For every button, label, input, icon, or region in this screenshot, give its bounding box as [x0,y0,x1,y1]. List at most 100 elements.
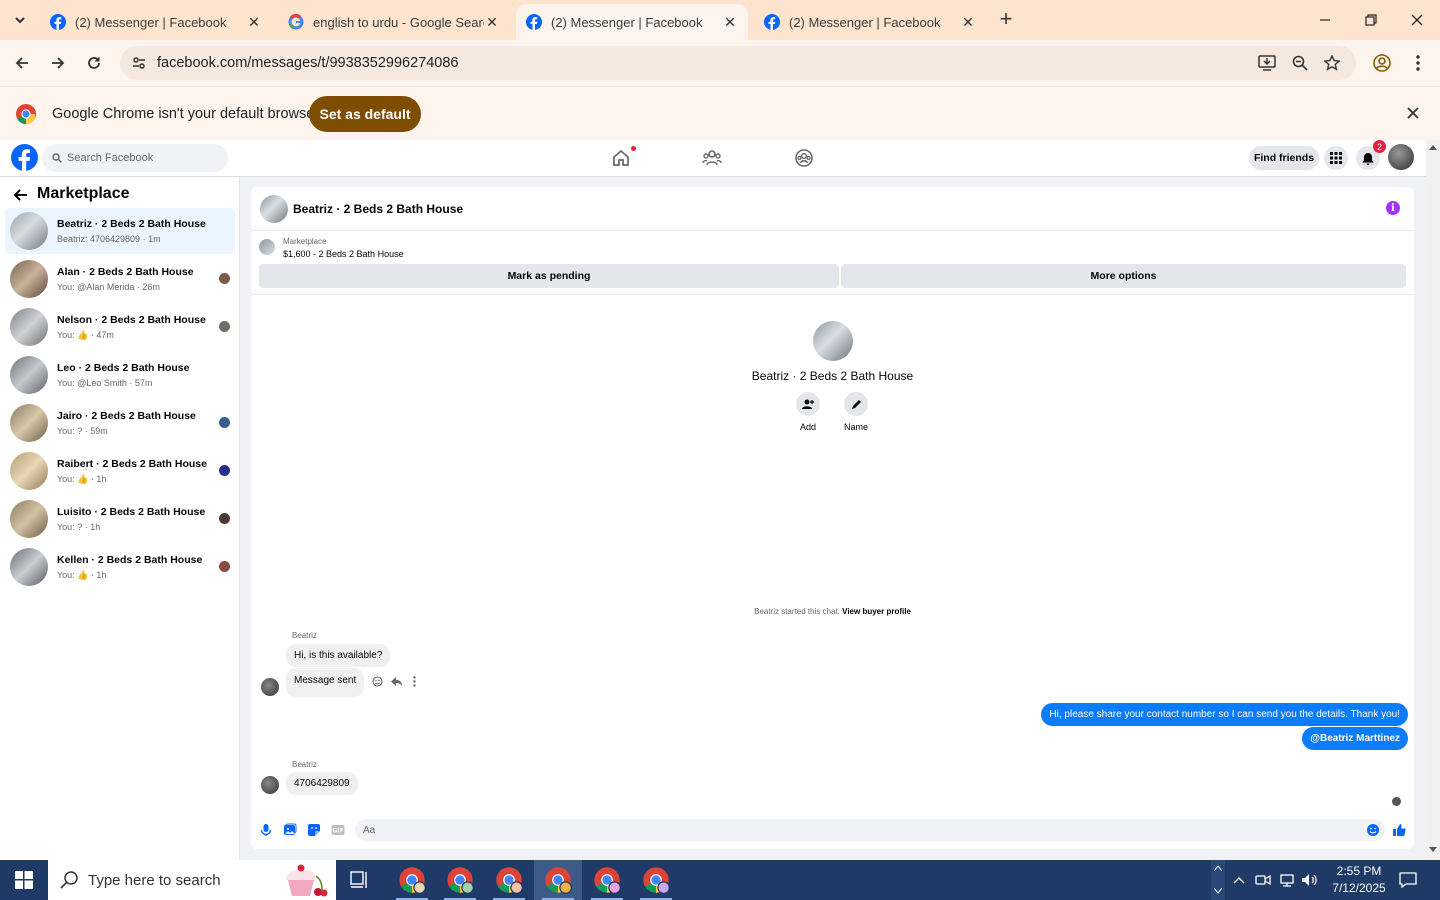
conversation-item[interactable]: Luisito · 2 Beds 2 Bath House You: ? · 1h [5,496,235,542]
scroll-up-icon[interactable] [1429,144,1437,150]
meet-now-tray[interactable] [1254,871,1272,889]
install-app-icon[interactable] [1258,55,1276,71]
reload-button[interactable] [79,48,109,78]
conversation-name: Alan · 2 Beds 2 Bath House [57,266,194,278]
conversation-name: Jairo · 2 Beds 2 Bath House [57,410,196,422]
incoming-message[interactable]: Hi, is this available? [286,644,391,667]
conversation-item[interactable]: Beatriz · 2 Beds 2 Bath House Beatriz: 47… [5,208,235,254]
chrome-menu-button[interactable] [1403,48,1433,78]
listing-thumbnail[interactable] [259,239,275,255]
start-button[interactable] [0,860,48,900]
info-icon[interactable]: i [1386,201,1400,215]
home-nav[interactable] [608,146,636,170]
menu-button[interactable] [1324,146,1348,170]
more-options-button[interactable]: More options [841,264,1406,288]
outgoing-mention[interactable]: @Beatriz Marttinez [1302,727,1408,750]
bookmark-star-icon[interactable] [1324,55,1340,71]
incoming-message[interactable]: Message sent [286,668,365,697]
chrome-taskbar-app[interactable] [436,860,484,900]
tab-close-icon[interactable]: ✕ [722,14,738,30]
listing-label: Marketplace [283,237,327,246]
browser-tab[interactable]: (2) Messenger | Facebook ✕ [754,4,986,40]
chrome-profile-icon [399,867,426,894]
restore-button[interactable] [1348,0,1394,40]
conversation-item[interactable]: Leo · 2 Beds 2 Bath House You: @Leo Smith… [5,352,235,398]
find-friends-button[interactable]: Find friends [1249,146,1319,170]
listing-price[interactable]: $1,600 - 2 Beds 2 Bath House [283,249,404,259]
system-clock[interactable]: 2:55 PM 7/12/2025 [1322,863,1396,897]
close-icon[interactable] [1407,107,1419,119]
tab-search-button[interactable] [6,6,34,34]
tab-close-icon[interactable]: ✕ [484,14,500,30]
conversation-item[interactable]: Raibert · 2 Beds 2 Bath House You: 👍 · 1h [5,448,235,494]
profile-button[interactable] [1367,48,1397,78]
edit-name-button[interactable]: Name [836,392,876,432]
conversation-item[interactable]: Jairo · 2 Beds 2 Bath House You: ? · 59m [5,400,235,446]
sticker-icon[interactable] [307,823,321,837]
taskbar-search-input[interactable]: Type here to search [48,860,336,900]
camera-icon [1255,874,1271,886]
conversation-item[interactable]: Alan · 2 Beds 2 Bath House You: @Alan Mer… [5,256,235,302]
new-tab-button[interactable]: + [994,8,1018,32]
browser-tab[interactable]: english to urdu - Google Search ✕ [278,4,510,40]
close-window-button[interactable] [1394,0,1440,40]
sender-avatar[interactable] [261,776,279,794]
chrome-taskbar-app[interactable] [583,860,631,900]
address-bar[interactable]: facebook.com/messages/t/9938352996274086 [120,46,1356,80]
chat-title[interactable]: Beatriz · 2 Beds 2 Bath House [293,202,463,216]
forward-button[interactable] [43,48,73,78]
search-icon [60,871,78,889]
reply-icon[interactable] [391,676,402,687]
more-vertical-icon[interactable] [413,676,416,687]
emoji-icon[interactable] [1366,823,1380,837]
chrome-taskbar-app-active[interactable] [534,860,582,900]
page-scrollbar[interactable] [1426,140,1440,860]
friends-nav[interactable] [699,146,725,170]
back-arrow-icon[interactable] [12,186,30,204]
chevron-up-icon[interactable] [1214,865,1222,871]
browser-tab-active[interactable]: (2) Messenger | Facebook ✕ [516,4,748,40]
groups-nav[interactable] [791,146,817,170]
task-view-button[interactable] [336,860,384,900]
volume-tray[interactable] [1301,871,1319,889]
sender-avatar[interactable] [261,678,279,696]
photo-icon[interactable] [283,823,297,837]
incoming-message[interactable]: 4706429809 [286,772,358,795]
tab-close-icon[interactable]: ✕ [960,14,976,30]
zoom-icon[interactable] [1292,55,1308,71]
conversation-item[interactable]: Nelson · 2 Beds 2 Bath House You: 👍 · 47m [5,304,235,350]
browser-tab[interactable]: (2) Messenger | Facebook ✕ [40,4,272,40]
action-center-button[interactable] [1398,871,1418,889]
show-hidden-icons[interactable] [1230,871,1248,889]
network-tray[interactable] [1278,871,1296,889]
sender-name: Beatriz [292,631,317,640]
grid-menu-icon [1330,152,1342,164]
microphone-icon[interactable] [259,823,273,837]
tab-close-icon[interactable]: ✕ [246,14,262,30]
chevron-down-icon[interactable] [1214,888,1222,894]
outgoing-message[interactable]: Hi, please share your contact number so … [1041,703,1408,726]
site-info-icon[interactable] [131,55,147,71]
set-as-default-button[interactable]: Set as default [309,96,421,132]
chrome-taskbar-app[interactable] [632,860,680,900]
message-input[interactable]: Aa [355,819,1385,841]
taskbar-scroll[interactable] [1211,860,1225,900]
profile-icon [1373,54,1391,72]
account-avatar[interactable] [1388,144,1414,170]
facebook-search-input[interactable]: Search Facebook [42,144,228,172]
mark-as-pending-button[interactable]: Mark as pending [259,264,839,288]
minimize-button[interactable] [1302,0,1348,40]
facebook-logo-icon[interactable] [11,144,38,171]
view-buyer-profile-link[interactable]: View buyer profile [842,607,911,616]
thumbs-up-icon[interactable] [1392,823,1406,837]
scroll-down-icon[interactable] [1429,847,1437,853]
chrome-taskbar-app[interactable] [388,860,436,900]
chat-thumbnail[interactable] [260,195,288,223]
gif-icon[interactable]: GIF [331,823,345,837]
react-emoji-icon[interactable] [372,676,383,687]
add-person-icon [802,399,814,409]
back-button[interactable] [7,48,37,78]
add-people-button[interactable]: Add [788,392,828,432]
chrome-taskbar-app[interactable] [485,860,533,900]
conversation-item[interactable]: Kellen · 2 Beds 2 Bath House You: 👍 · 1h [5,544,235,590]
